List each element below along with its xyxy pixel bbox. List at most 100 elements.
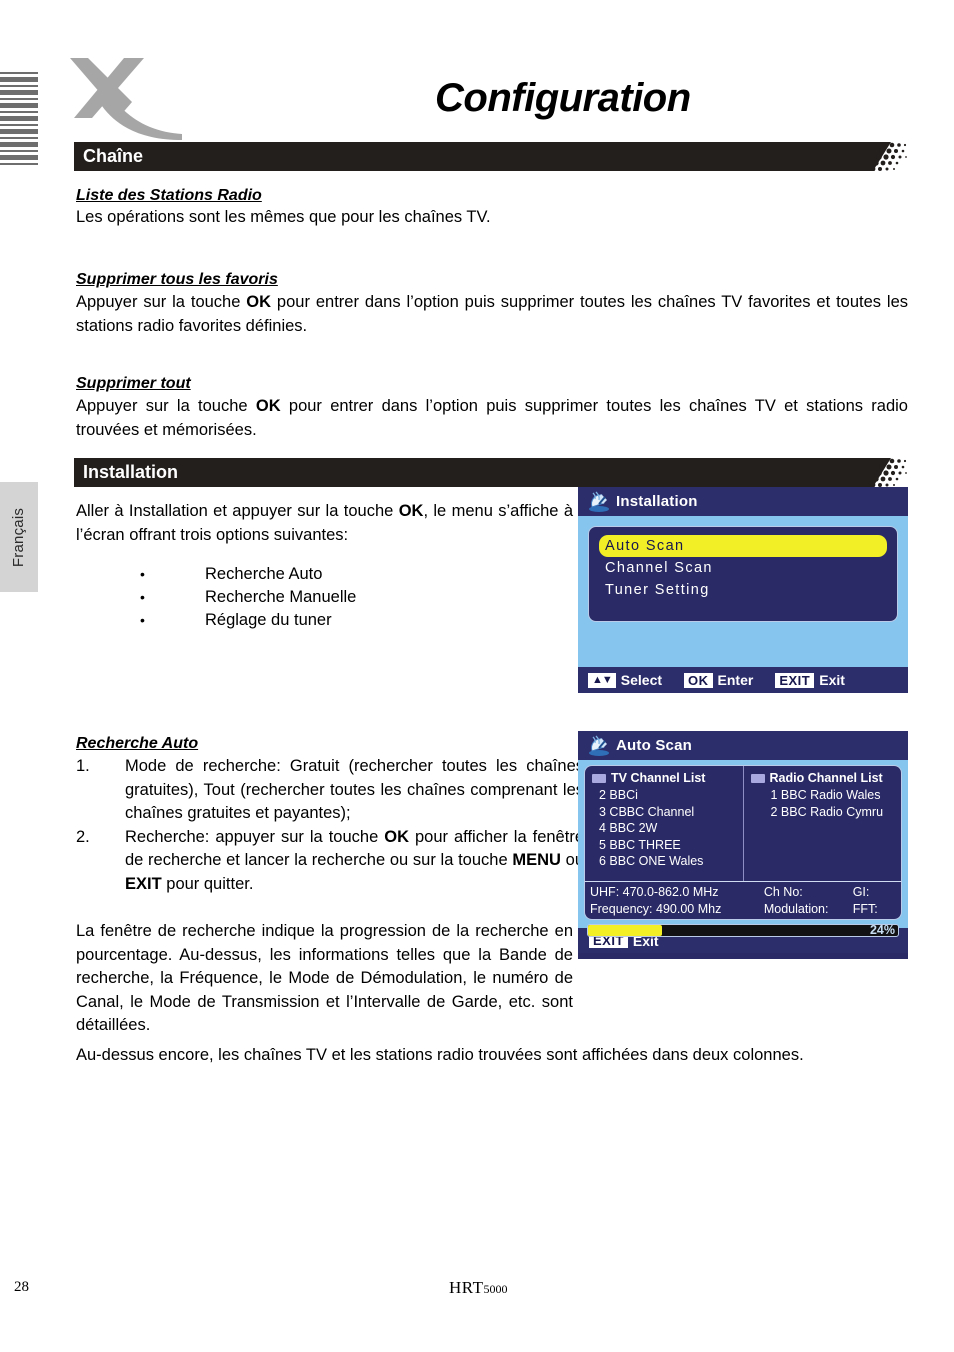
paragraph-text-pre: Appuyer sur la touche [76, 293, 247, 311]
table-row: 5 BBC THREE [599, 837, 681, 852]
section-bar-body [74, 458, 869, 487]
osd-title-label: Auto Scan [616, 737, 692, 754]
section-bar-installation: Installation [74, 458, 907, 488]
osd-title-bar: Auto Scan [578, 731, 908, 760]
tv-channel-list-header: TV Channel List [592, 771, 737, 785]
footer-label-enter: Enter [717, 672, 754, 688]
edge-stripe [0, 165, 38, 168]
osd-title-label: Installation [616, 493, 698, 510]
satellite-dish-icon [586, 735, 612, 757]
model-prefix: HRT [449, 1278, 484, 1297]
section-bar-label: Installation [83, 462, 179, 482]
halftone-decoration [861, 458, 907, 488]
folder-icon [592, 773, 606, 783]
modulation-label: Modulation: [763, 902, 829, 916]
menu-item-auto-scan[interactable]: Auto Scan [599, 535, 887, 557]
subheading-liste-stations-radio: Liste des Stations Radio [76, 187, 262, 204]
list-item: • Recherche Auto [140, 563, 356, 586]
scan-info-row: Frequency: 490.00 Mhz Modulation: FFT: [590, 901, 901, 918]
page-edge-stripes [0, 72, 38, 191]
bullet-icon: • [140, 566, 145, 582]
list-item-label: Recherche Manuelle [205, 588, 357, 606]
tv-channel-column: TV Channel List 2 BBCi 3 CBBC Channel 4 … [585, 766, 744, 881]
section-bar-label: Chaîne [83, 146, 144, 166]
key-ok: OK [398, 502, 424, 520]
radio-channel-column: Radio Channel List 1 BBC Radio Wales 2 B… [744, 766, 902, 881]
frequency-value: Frequency: 490.00 Mhz [590, 902, 722, 916]
fft-label: FFT: [852, 902, 878, 916]
installation-options-list: • Recherche Auto • Recherche Manuelle • … [140, 563, 356, 632]
satellite-dish-icon [586, 491, 612, 513]
key-ok: OK [246, 293, 272, 311]
table-row: 1 BBC Radio Wales [770, 788, 881, 802]
tv-channel-list-label: TV Channel List [611, 771, 706, 785]
menu-item-channel-scan[interactable]: Channel Scan [599, 557, 887, 579]
brand-logo [66, 56, 186, 142]
guard-interval-label: GI: [852, 885, 870, 899]
channel-number-label: Ch No: [763, 885, 803, 899]
radio-channel-list-header: Radio Channel List [750, 771, 896, 785]
progress-fill [588, 925, 663, 936]
list-item-label: Recherche Auto [205, 565, 323, 583]
section-bar-body [74, 142, 869, 171]
paragraph-fenetre-recherche: La fenêtre de recherche indique la progr… [76, 922, 573, 1034]
step-text: Recherche: appuyer sur la touche OK pour… [125, 826, 584, 897]
progress-track [587, 924, 899, 937]
paragraph-text-pre: Appuyer sur la touche [76, 397, 256, 415]
table-row: 2 BBC Radio Cymru [770, 804, 884, 819]
list-item: • Recherche Manuelle [140, 586, 356, 609]
model-suffix: 5000 [483, 1282, 508, 1296]
section-bar-chaine: Chaîne [74, 142, 907, 172]
table-row: 3 CBBC Channel [599, 804, 695, 819]
menu-item-tuner-setting[interactable]: Tuner Setting [599, 579, 887, 601]
osd-body: Auto Scan Channel Scan Tuner Setting [578, 516, 908, 665]
step-text-pre: Recherche: appuyer sur la touche [125, 827, 385, 846]
key-exit: EXIT [125, 874, 162, 893]
subheading-supprimer-favoris: Supprimer tous les favoris [76, 271, 278, 288]
table-row: 2 BBCi [599, 788, 638, 802]
language-tab-label: Français [10, 507, 28, 567]
paragraph-supprimer-favoris: Appuyer sur la touche OK pour entrer dan… [76, 291, 908, 338]
step-number: 2. [76, 827, 90, 846]
list-item-label: Réglage du tuner [205, 611, 332, 629]
intro-text-pre: Aller à Installation et appuyer sur la t… [76, 502, 399, 520]
ok-key-chip: OK [684, 672, 713, 688]
osd-footer-bar: ▲▼ Select OK Enter EXIT Exit [578, 665, 908, 693]
language-tab: Français [0, 482, 38, 592]
footer-label-exit: Exit [819, 672, 845, 688]
recherche-auto-steps: 1. Mode de recherche: Gratuit (recherche… [76, 755, 584, 896]
table-row: 4 BBC 2W [599, 821, 658, 835]
key-menu: MENU [512, 851, 561, 869]
bullet-icon: • [140, 589, 145, 605]
paragraph-liste-stations-radio: Les opérations sont les mêmes que pour l… [76, 208, 491, 226]
page-number: 28 [14, 1279, 29, 1295]
halftone-decoration [861, 142, 907, 172]
page-title: Configuration [435, 76, 691, 120]
key-ok: OK [255, 397, 281, 415]
list-item: 2. Recherche: appuyer sur la touche OK p… [76, 826, 584, 897]
osd-menu-panel: Auto Scan Channel Scan Tuner Setting [588, 526, 898, 622]
table-row: 6 BBC ONE Wales [599, 854, 704, 868]
progress-percent-label: 24% [869, 923, 895, 937]
updown-arrows-key-chip: ▲▼ [588, 672, 616, 688]
bullet-icon: • [140, 612, 145, 628]
scan-info-panel: UHF: 470.0-862.0 MHz Ch No: GI: Frequenc… [584, 881, 902, 920]
list-item: • Réglage du tuner [140, 609, 356, 632]
osd-screenshot-autoscan: Auto Scan TV Channel List 2 BBCi 3 CBBC … [578, 731, 908, 959]
list-item: 1. Mode de recherche: Gratuit (recherche… [76, 755, 584, 826]
subheading-supprimer-tout: Supprimer tout [76, 375, 191, 392]
osd-screenshot-installation: Installation Auto Scan Channel Scan Tune… [578, 487, 908, 693]
exit-key-chip: EXIT [775, 672, 815, 688]
paragraph-installation-intro: Aller à Installation et appuyer sur la t… [76, 500, 573, 547]
uhf-band-value: UHF: 470.0-862.0 MHz [590, 885, 719, 899]
step-number: 1. [76, 757, 90, 775]
document-model: HRT5000 [449, 1278, 507, 1298]
osd-body: TV Channel List 2 BBCi 3 CBBC Channel 4 … [578, 760, 908, 937]
folder-icon [750, 773, 765, 783]
key-ok: OK [384, 827, 409, 846]
radio-channel-list-label: Radio Channel List [769, 771, 883, 785]
subheading-recherche-auto: Recherche Auto [76, 735, 199, 752]
footer-label-select: Select [620, 672, 663, 688]
channel-lists-panel: TV Channel List 2 BBCi 3 CBBC Channel 4 … [584, 765, 902, 881]
paragraph-supprimer-tout: Appuyer sur la touche OK pour entrer dan… [76, 395, 908, 442]
